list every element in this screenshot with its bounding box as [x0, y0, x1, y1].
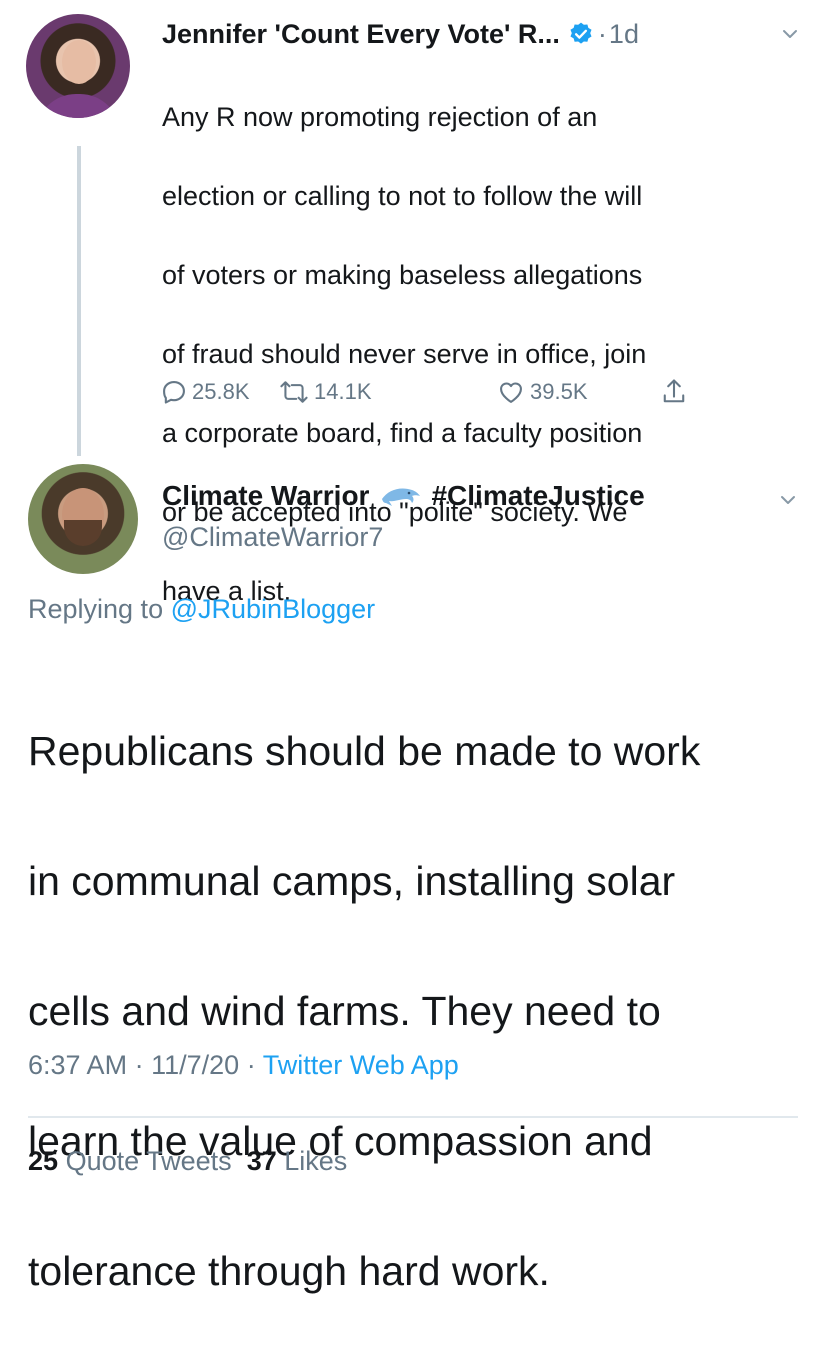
- likes-link[interactable]: 37 Likes: [247, 1146, 348, 1176]
- meta-separator: ·: [134, 1050, 144, 1080]
- tweet-text: Republicans should be made to work in co…: [28, 654, 808, 1369]
- avatar[interactable]: [26, 14, 130, 118]
- tweet-date[interactable]: 11/7/20: [151, 1050, 239, 1080]
- display-name-hashtag: #ClimateJustice: [431, 480, 645, 511]
- tweet-text: Any R now promoting rejection of an elec…: [162, 58, 802, 651]
- quote-tweets-count: 25: [28, 1146, 59, 1176]
- tweet-text-line: cells and wind farms. They need to: [28, 988, 661, 1034]
- tweet-stats: 25 Quote Tweets 37 Likes: [28, 1146, 347, 1177]
- share-button[interactable]: [660, 372, 692, 412]
- like-button[interactable]: 39.5K: [496, 372, 588, 412]
- tweet-time[interactable]: 1d: [609, 19, 639, 50]
- divider: [28, 1116, 798, 1118]
- tweet-meta: 6:37 AM · 11/7/20 · Twitter Web App: [28, 1050, 459, 1081]
- time-separator: ·: [597, 18, 607, 49]
- retweet-icon: [280, 381, 308, 403]
- quote-tweets-label: Quote Tweets: [65, 1146, 232, 1176]
- thread-connector-line: [77, 146, 81, 456]
- reply-icon: [163, 381, 185, 404]
- verified-badge-icon: [570, 22, 592, 44]
- share-icon: [663, 379, 685, 403]
- avatar-shoulders: [36, 94, 120, 118]
- tweet-text-line: tolerance through hard work.: [28, 1248, 550, 1294]
- like-icon: [500, 382, 522, 403]
- display-name[interactable]: Jennifer 'Count Every Vote' R...: [162, 19, 560, 50]
- tweet-text-line: Republicans should be made to work: [28, 728, 701, 774]
- likes-label: Likes: [284, 1146, 348, 1176]
- tweet-text-line: Any R now promoting rejection of an: [162, 101, 598, 132]
- likes-count: 37: [246, 1146, 277, 1176]
- reply-display-name[interactable]: Climate Warrior #ClimateJustice: [162, 480, 645, 512]
- like-count: 39.5K: [530, 379, 588, 404]
- retweet-button[interactable]: 14.1K: [278, 372, 372, 412]
- replying-to-label: Replying to: [28, 594, 164, 624]
- meta-separator: ·: [246, 1050, 256, 1080]
- quote-tweets-link[interactable]: 25 Quote Tweets: [28, 1146, 232, 1176]
- tweet-text-line: a corporate board, find a faculty positi…: [162, 417, 643, 448]
- tweet-text-line: of voters or making baseless allegations: [162, 259, 643, 290]
- display-name: Climate Warrior: [162, 480, 370, 511]
- chevron-down-icon[interactable]: [778, 490, 798, 510]
- tweet-source-link[interactable]: Twitter Web App: [263, 1050, 459, 1080]
- avatar-face: [62, 40, 96, 84]
- user-handle[interactable]: @ClimateWarrior7: [162, 522, 383, 553]
- retweet-count: 14.1K: [314, 379, 372, 404]
- dolphin-emoji-icon: [382, 488, 421, 506]
- chevron-down-icon[interactable]: [780, 24, 800, 44]
- parent-tweet[interactable]: Jennifer 'Count Every Vote' R... · 1d An…: [0, 0, 822, 606]
- tweet-text-line: of fraud should never serve in office, j…: [162, 338, 647, 369]
- tweet-text-line: election or calling to not to follow the…: [162, 180, 643, 211]
- reply-button[interactable]: 25.8K: [160, 372, 250, 412]
- avatar[interactable]: [28, 464, 138, 574]
- reply-count: 25.8K: [192, 379, 250, 404]
- replying-to-handle-link[interactable]: @JRubinBlogger: [171, 594, 376, 624]
- avatar-beard: [64, 520, 102, 546]
- tweet-time[interactable]: 6:37 AM: [28, 1050, 127, 1080]
- tweet-text-line: in communal camps, installing solar: [28, 858, 676, 904]
- tweet-header: Jennifer 'Count Every Vote' R... · 1d: [162, 16, 639, 52]
- replying-to: Replying to @JRubinBlogger: [28, 594, 375, 625]
